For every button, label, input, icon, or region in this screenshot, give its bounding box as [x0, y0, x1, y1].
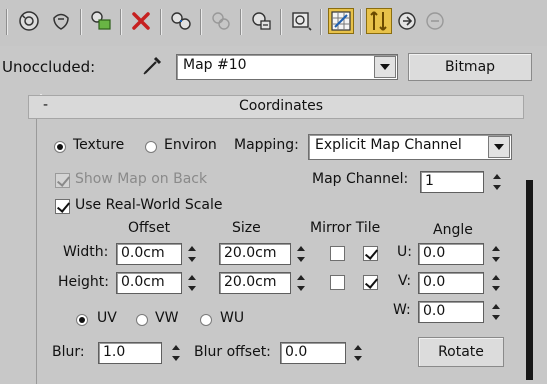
width-offset-field[interactable]: 0.0cm: [116, 243, 182, 265]
material-slot-icon[interactable]: [88, 8, 114, 34]
rollout-title: Coordinates: [239, 98, 324, 114]
uv-label: UV: [97, 310, 117, 326]
collapse-icon: -: [43, 97, 49, 113]
panel-scrollbar[interactable]: [526, 180, 533, 380]
angle-header: Angle: [433, 222, 473, 238]
show-map-on-back-label: Show Map on Back: [75, 171, 208, 187]
vw-label: VW: [155, 310, 179, 326]
map-name-dropdown[interactable]: Map #10: [176, 54, 398, 80]
show-shaded-icon[interactable]: [288, 8, 314, 34]
toolbar-separator: [280, 9, 282, 35]
w-angle-label: W:: [393, 302, 411, 318]
width-size-field[interactable]: 20.0cm: [219, 243, 291, 265]
width-size-spinner[interactable]: [295, 243, 307, 265]
toolbar-separator: [6, 9, 8, 35]
texture-radio[interactable]: [54, 141, 66, 153]
eyedropper-icon[interactable]: [140, 52, 166, 78]
sample-type-sphere-icon[interactable]: [16, 8, 42, 34]
use-real-world-scale-label: Use Real-World Scale: [75, 197, 223, 213]
width-offset-spinner[interactable]: [186, 243, 198, 265]
toolbar-separator: [360, 9, 362, 35]
wu-label: WU: [220, 310, 245, 326]
toolbar-separator: [200, 9, 202, 35]
make-unique-icon[interactable]: [168, 8, 194, 34]
environ-radio[interactable]: [145, 141, 157, 153]
offset-header: Offset: [128, 220, 171, 236]
blur-offset-label: Blur offset:: [194, 344, 271, 360]
show-end-result-icon[interactable]: [366, 8, 392, 34]
show-map-on-back-checkbox[interactable]: [55, 173, 70, 188]
v-angle-field[interactable]: 0.0: [418, 272, 484, 294]
w-angle-field[interactable]: 0.0: [418, 301, 484, 323]
blur-label: Blur:: [52, 344, 85, 360]
delete-icon[interactable]: [128, 8, 154, 34]
blur-offset-field[interactable]: 0.0: [280, 342, 346, 364]
chevron-down-icon[interactable]: [488, 136, 510, 158]
vw-radio[interactable]: [136, 314, 148, 326]
material-editor-toolbar: [0, 0, 547, 46]
height-label: Height:: [58, 274, 109, 290]
put-to-library-icon[interactable]: [208, 8, 234, 34]
map-channel-label: Map Channel:: [312, 171, 409, 187]
blur-offset-spinner[interactable]: [352, 342, 364, 364]
chevron-down-icon[interactable]: [374, 56, 396, 78]
w-angle-spinner[interactable]: [490, 301, 502, 323]
u-angle-label: U:: [397, 244, 412, 260]
mirror-tile-header: Mirror Tile: [310, 220, 381, 236]
map-channel-field[interactable]: 1: [420, 171, 484, 193]
height-mirror-checkbox[interactable]: [330, 275, 345, 290]
blur-spinner[interactable]: [170, 342, 182, 364]
height-size-spinner[interactable]: [295, 272, 307, 294]
show-map-in-viewport-icon[interactable]: [328, 8, 354, 34]
map-name-value: Map #10: [183, 57, 247, 73]
environ-label: Environ: [164, 137, 217, 153]
v-angle-label: V:: [398, 273, 412, 289]
width-label: Width:: [63, 244, 109, 260]
use-real-world-scale-checkbox[interactable]: [55, 199, 70, 214]
wu-radio[interactable]: [200, 314, 212, 326]
height-offset-spinner[interactable]: [186, 272, 198, 294]
height-size-field[interactable]: 20.0cm: [219, 272, 291, 294]
mapping-label: Mapping:: [234, 137, 299, 153]
mapping-dropdown[interactable]: Explicit Map Channel: [308, 134, 512, 160]
coordinates-rollout-header[interactable]: - Coordinates: [28, 95, 524, 119]
height-offset-field[interactable]: 0.0cm: [116, 272, 182, 294]
size-header: Size: [232, 220, 261, 236]
v-angle-spinner[interactable]: [490, 272, 502, 294]
backlight-icon[interactable]: [48, 8, 74, 34]
blur-field[interactable]: 1.0: [98, 342, 162, 364]
width-tile-checkbox[interactable]: [363, 246, 378, 261]
texture-label: Texture: [73, 137, 125, 153]
width-mirror-checkbox[interactable]: [330, 246, 345, 261]
map-type-button[interactable]: Bitmap: [408, 53, 532, 81]
toolbar-separator: [120, 9, 122, 35]
go-to-parent-icon[interactable]: [394, 8, 420, 34]
material-id-channel-icon[interactable]: [248, 8, 274, 34]
unoccluded-label: Unoccluded:: [2, 58, 96, 76]
rotate-button[interactable]: Rotate: [418, 337, 504, 367]
toolbar-separator: [160, 9, 162, 35]
map-channel-spinner[interactable]: [491, 171, 503, 193]
u-angle-spinner[interactable]: [490, 243, 502, 265]
mapping-value: Explicit Map Channel: [315, 137, 462, 153]
toolbar-separator: [240, 9, 242, 35]
toolbar-separator: [320, 9, 322, 35]
toolbar-separator: [80, 9, 82, 35]
go-forward-sibling-icon[interactable]: [422, 8, 448, 34]
uv-radio[interactable]: [76, 314, 88, 326]
u-angle-field[interactable]: 0.0: [418, 243, 484, 265]
height-tile-checkbox[interactable]: [363, 275, 378, 290]
